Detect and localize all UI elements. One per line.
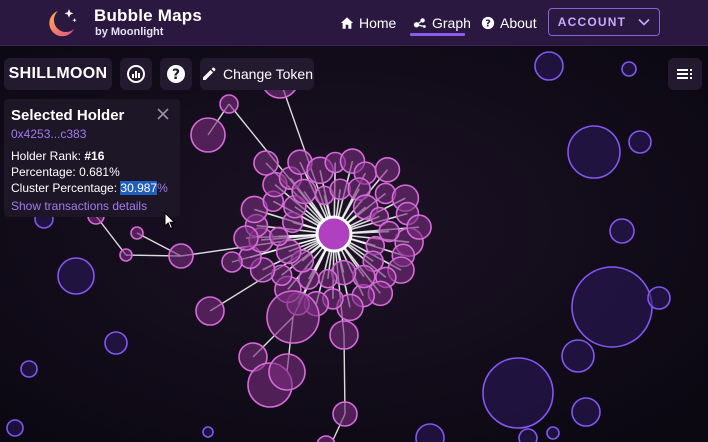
change-token-button[interactable]: Change Token	[200, 58, 314, 90]
holder-bubble[interactable]	[332, 401, 358, 427]
cluster-bubble[interactable]	[6, 419, 24, 437]
holders-list-button[interactable]	[668, 58, 702, 90]
holder-bubble[interactable]	[352, 264, 376, 289]
nav-graph-label: Graph	[432, 15, 471, 31]
account-label: ACCOUNT	[557, 15, 627, 29]
nav-graph[interactable]: Graph	[413, 12, 471, 34]
holder-bubble[interactable]	[219, 94, 239, 114]
change-token-label: Change Token	[222, 66, 314, 82]
holder-bubble[interactable]	[119, 248, 133, 262]
nav-about[interactable]: ? About	[481, 12, 537, 34]
holder-bubble[interactable]	[318, 268, 338, 289]
top-navbar: Bubble Maps by Moonlight Home Graph ? Ab…	[0, 0, 708, 46]
holder-address-link[interactable]: 0x4253...c383	[11, 127, 86, 141]
cluster-percentage-label: Cluster Percentage:	[11, 181, 118, 195]
nav-home[interactable]: Home	[340, 12, 396, 34]
cluster-bubble[interactable]	[202, 426, 214, 438]
chart-icon	[127, 65, 145, 83]
nav-about-label: About	[500, 15, 537, 31]
selected-holder-panel: Selected Holder 0x4253...c383 Holder Ran…	[4, 99, 180, 217]
nav-active-indicator	[410, 33, 465, 36]
holder-bubble[interactable]	[329, 320, 359, 350]
nav-home-label: Home	[359, 15, 397, 31]
holder-bubble[interactable]	[269, 226, 289, 247]
list-menu-icon	[677, 69, 692, 79]
cluster-percentage-value: 30.987	[120, 181, 158, 195]
svg-text:?: ?	[172, 67, 180, 83]
cluster-bubble[interactable]	[104, 331, 128, 355]
holder-percentage-value: 0.681%	[79, 165, 120, 179]
svg-text:?: ?	[485, 19, 491, 30]
help-button[interactable]: ?	[160, 58, 192, 90]
brand-subtitle: by Moonlight	[95, 26, 164, 38]
holder-bubble[interactable]	[268, 353, 306, 391]
holder-rank-label: Holder Rank:	[11, 149, 82, 163]
holder-bubble[interactable]	[190, 117, 226, 153]
holder-bubble[interactable]	[233, 225, 259, 251]
home-icon	[340, 17, 354, 29]
holder-bubble[interactable]	[168, 243, 194, 269]
holder-percentage-label: Percentage:	[11, 165, 76, 179]
holder-bubble[interactable]	[378, 220, 400, 243]
graph-icon	[413, 18, 426, 28]
cluster-bubble[interactable]	[518, 428, 538, 442]
holder-bubble[interactable]	[329, 178, 351, 201]
holder-rank-row: Holder Rank: #16	[11, 149, 104, 163]
cluster-bubble[interactable]	[571, 266, 653, 348]
close-icon[interactable]	[156, 107, 170, 121]
cluster-bubble[interactable]	[571, 397, 601, 427]
show-transactions-link[interactable]: Show transactions details	[11, 199, 147, 213]
moon-stars-logo-icon[interactable]	[44, 5, 80, 41]
stats-button[interactable]	[120, 58, 152, 90]
holder-rank-value: #16	[84, 149, 105, 163]
holder-bubble[interactable]	[374, 156, 401, 183]
cluster-bubble[interactable]	[57, 257, 95, 295]
panel-title: Selected Holder	[11, 107, 125, 124]
mouse-cursor-icon	[164, 212, 176, 230]
cluster-bubble[interactable]	[561, 339, 595, 373]
cluster-bubble[interactable]	[609, 218, 635, 244]
cluster-bubble[interactable]	[567, 125, 621, 179]
help-circle-icon: ?	[481, 16, 495, 30]
cluster-bubble[interactable]	[647, 286, 671, 310]
cluster-bubble[interactable]	[534, 51, 564, 81]
help-circle-icon: ?	[167, 65, 185, 83]
token-name-button[interactable]: SHILLMOON	[4, 58, 112, 90]
pencil-icon	[202, 67, 216, 80]
cluster-bubble[interactable]	[628, 130, 652, 154]
holder-bubble[interactable]	[221, 251, 243, 273]
brand-title: Bubble Maps	[94, 6, 202, 25]
holder-bubble[interactable]	[195, 296, 225, 326]
chevron-down-icon	[638, 18, 650, 26]
holder-bubble[interactable]	[266, 290, 320, 344]
cluster-percentage-row: Cluster Percentage: 30.987%	[11, 181, 168, 195]
cluster-bubble[interactable]	[20, 360, 38, 378]
cluster-bubble[interactable]	[621, 61, 637, 77]
cluster-bubble[interactable]	[482, 357, 554, 429]
holder-bubble[interactable]	[406, 214, 432, 240]
selected-holder-bubble[interactable]	[315, 215, 353, 253]
cluster-bubble[interactable]	[546, 426, 560, 440]
holder-percentage-row: Percentage: 0.681%	[11, 165, 120, 179]
holder-bubble[interactable]	[291, 178, 317, 205]
cluster-percentage-unit: %	[157, 181, 168, 195]
account-button[interactable]: ACCOUNT	[548, 8, 660, 36]
holder-bubble[interactable]	[253, 150, 279, 176]
holder-bubble[interactable]	[130, 226, 144, 240]
